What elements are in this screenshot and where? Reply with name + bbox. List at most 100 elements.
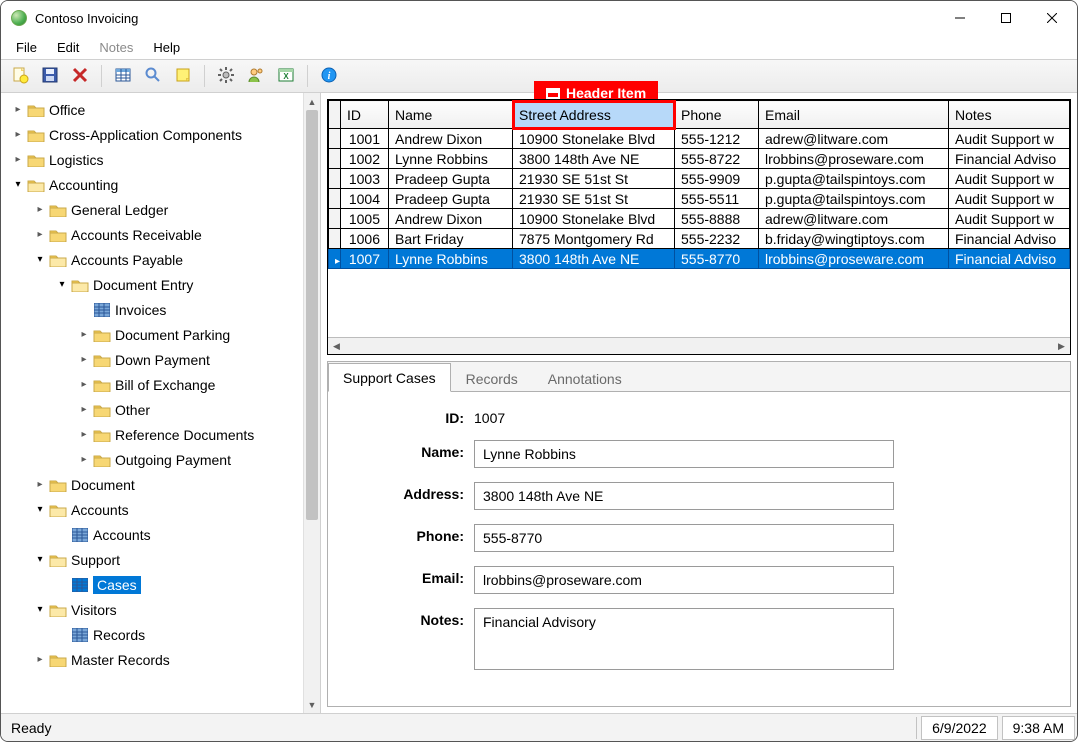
- cell-addr[interactable]: 21930 SE 51st St: [513, 169, 675, 189]
- cell-addr[interactable]: 3800 148th Ave NE: [513, 149, 675, 169]
- cell-phone[interactable]: 555-8888: [675, 209, 759, 229]
- expand-icon[interactable]: ▸: [77, 454, 91, 465]
- collapse-icon[interactable]: ▾: [33, 604, 47, 615]
- cell-phone[interactable]: 555-5511: [675, 189, 759, 209]
- cell-id[interactable]: 1006: [341, 229, 389, 249]
- cell-addr[interactable]: 21930 SE 51st St: [513, 189, 675, 209]
- column-header[interactable]: Email: [759, 101, 949, 129]
- input-notes[interactable]: [474, 608, 894, 670]
- column-header[interactable]: [329, 101, 341, 129]
- toolbar-delete-button[interactable]: [67, 63, 93, 89]
- toolbar-new-button[interactable]: [7, 63, 33, 89]
- collapse-icon[interactable]: ▾: [55, 279, 69, 290]
- tree-node[interactable]: ▸Logistics: [1, 147, 303, 172]
- tree-node[interactable]: ▸Outgoing Payment: [1, 447, 303, 472]
- close-button[interactable]: [1029, 3, 1075, 33]
- input-phone[interactable]: [474, 524, 894, 552]
- cell-notes[interactable]: Audit Support w: [949, 189, 1070, 209]
- table-row[interactable]: 1004Pradeep Gupta21930 SE 51st St555-551…: [329, 189, 1070, 209]
- input-name[interactable]: [474, 440, 894, 468]
- cell-id[interactable]: 1003: [341, 169, 389, 189]
- toolbar-find-button[interactable]: [140, 63, 166, 89]
- toolbar-export-excel-button[interactable]: X: [273, 63, 299, 89]
- expand-icon[interactable]: ▸: [33, 654, 47, 665]
- cell-rowhead[interactable]: [329, 149, 341, 169]
- tree-node[interactable]: ▸Accounts Receivable: [1, 222, 303, 247]
- collapse-icon[interactable]: ▾: [33, 254, 47, 265]
- tab-annotations[interactable]: Annotations: [533, 364, 637, 392]
- expand-icon[interactable]: ▸: [33, 229, 47, 240]
- tree-node[interactable]: Invoices: [1, 297, 303, 322]
- cell-id[interactable]: 1001: [341, 129, 389, 149]
- cell-addr[interactable]: 10900 Stonelake Blvd: [513, 129, 675, 149]
- tree-node[interactable]: Accounts: [1, 522, 303, 547]
- cell-email[interactable]: adrew@litware.com: [759, 209, 949, 229]
- cell-id[interactable]: 1004: [341, 189, 389, 209]
- table-row[interactable]: 1001Andrew Dixon10900 Stonelake Blvd555-…: [329, 129, 1070, 149]
- menu-file[interactable]: File: [7, 38, 46, 57]
- tree-node[interactable]: ▸Down Payment: [1, 347, 303, 372]
- column-header[interactable]: ID: [341, 101, 389, 129]
- tree-node[interactable]: ▸Reference Documents: [1, 422, 303, 447]
- toolbar-table-button[interactable]: [110, 63, 136, 89]
- cell-rowhead[interactable]: [329, 129, 341, 149]
- column-header[interactable]: Phone: [675, 101, 759, 129]
- tree-node[interactable]: ▾Document Entry: [1, 272, 303, 297]
- tree-node[interactable]: ▾Accounts: [1, 497, 303, 522]
- cell-id[interactable]: 1007: [341, 249, 389, 269]
- cell-phone[interactable]: 555-9909: [675, 169, 759, 189]
- tree-node[interactable]: ▸Document Parking: [1, 322, 303, 347]
- cell-phone[interactable]: 555-8722: [675, 149, 759, 169]
- cell-email[interactable]: p.gupta@tailspintoys.com: [759, 189, 949, 209]
- cell-rowhead[interactable]: [329, 249, 341, 269]
- cell-name[interactable]: Lynne Robbins: [389, 249, 513, 269]
- cell-notes[interactable]: Financial Adviso: [949, 249, 1070, 269]
- toolbar-settings-button[interactable]: [213, 63, 239, 89]
- tree-node[interactable]: ▸Document: [1, 472, 303, 497]
- expand-icon[interactable]: ▸: [11, 104, 25, 115]
- tree-node[interactable]: ▸Cross-Application Components: [1, 122, 303, 147]
- expand-icon[interactable]: ▸: [77, 404, 91, 415]
- cell-id[interactable]: 1005: [341, 209, 389, 229]
- cell-name[interactable]: Andrew Dixon: [389, 129, 513, 149]
- table-row[interactable]: 1007Lynne Robbins3800 148th Ave NE555-87…: [329, 249, 1070, 269]
- collapse-icon[interactable]: ▾: [33, 554, 47, 565]
- cell-email[interactable]: adrew@litware.com: [759, 129, 949, 149]
- grid-horizontal-scrollbar[interactable]: ◀ ▶: [328, 337, 1070, 354]
- cell-name[interactable]: Bart Friday: [389, 229, 513, 249]
- cell-addr[interactable]: 7875 Montgomery Rd: [513, 229, 675, 249]
- cell-name[interactable]: Lynne Robbins: [389, 149, 513, 169]
- expand-icon[interactable]: ▸: [33, 479, 47, 490]
- tree-node[interactable]: ▸Office: [1, 97, 303, 122]
- data-grid[interactable]: IDNameStreet AddressPhoneEmailNotes 1001…: [328, 100, 1070, 269]
- cell-notes[interactable]: Audit Support w: [949, 169, 1070, 189]
- cell-rowhead[interactable]: [329, 229, 341, 249]
- scroll-up-icon[interactable]: ▲: [304, 93, 320, 110]
- cell-email[interactable]: lrobbins@proseware.com: [759, 249, 949, 269]
- cell-notes[interactable]: Audit Support w: [949, 129, 1070, 149]
- toolbar-users-button[interactable]: [243, 63, 269, 89]
- tree-node[interactable]: ▾Support: [1, 547, 303, 572]
- menu-help[interactable]: Help: [144, 38, 189, 57]
- cell-email[interactable]: lrobbins@proseware.com: [759, 149, 949, 169]
- tab-support-cases[interactable]: Support Cases: [328, 363, 451, 392]
- cell-name[interactable]: Andrew Dixon: [389, 209, 513, 229]
- toolbar-save-button[interactable]: [37, 63, 63, 89]
- cell-notes[interactable]: Financial Adviso: [949, 229, 1070, 249]
- table-row[interactable]: 1005Andrew Dixon10900 Stonelake Blvd555-…: [329, 209, 1070, 229]
- collapse-icon[interactable]: ▾: [33, 504, 47, 515]
- tree-node[interactable]: ▸Other: [1, 397, 303, 422]
- tree-node[interactable]: ▸General Ledger: [1, 197, 303, 222]
- tree-scrollbar[interactable]: ▲ ▼: [303, 93, 320, 713]
- expand-icon[interactable]: ▸: [77, 379, 91, 390]
- tree-node[interactable]: Records: [1, 622, 303, 647]
- expand-icon[interactable]: ▸: [77, 429, 91, 440]
- cell-addr[interactable]: 10900 Stonelake Blvd: [513, 209, 675, 229]
- tree-node[interactable]: ▾Accounts Payable: [1, 247, 303, 272]
- column-header[interactable]: Notes: [949, 101, 1070, 129]
- toolbar-about-button[interactable]: i: [316, 63, 342, 89]
- cell-addr[interactable]: 3800 148th Ave NE: [513, 249, 675, 269]
- scroll-left-icon[interactable]: ◀: [328, 341, 345, 352]
- cell-email[interactable]: p.gupta@tailspintoys.com: [759, 169, 949, 189]
- toolbar-note-button[interactable]: [170, 63, 196, 89]
